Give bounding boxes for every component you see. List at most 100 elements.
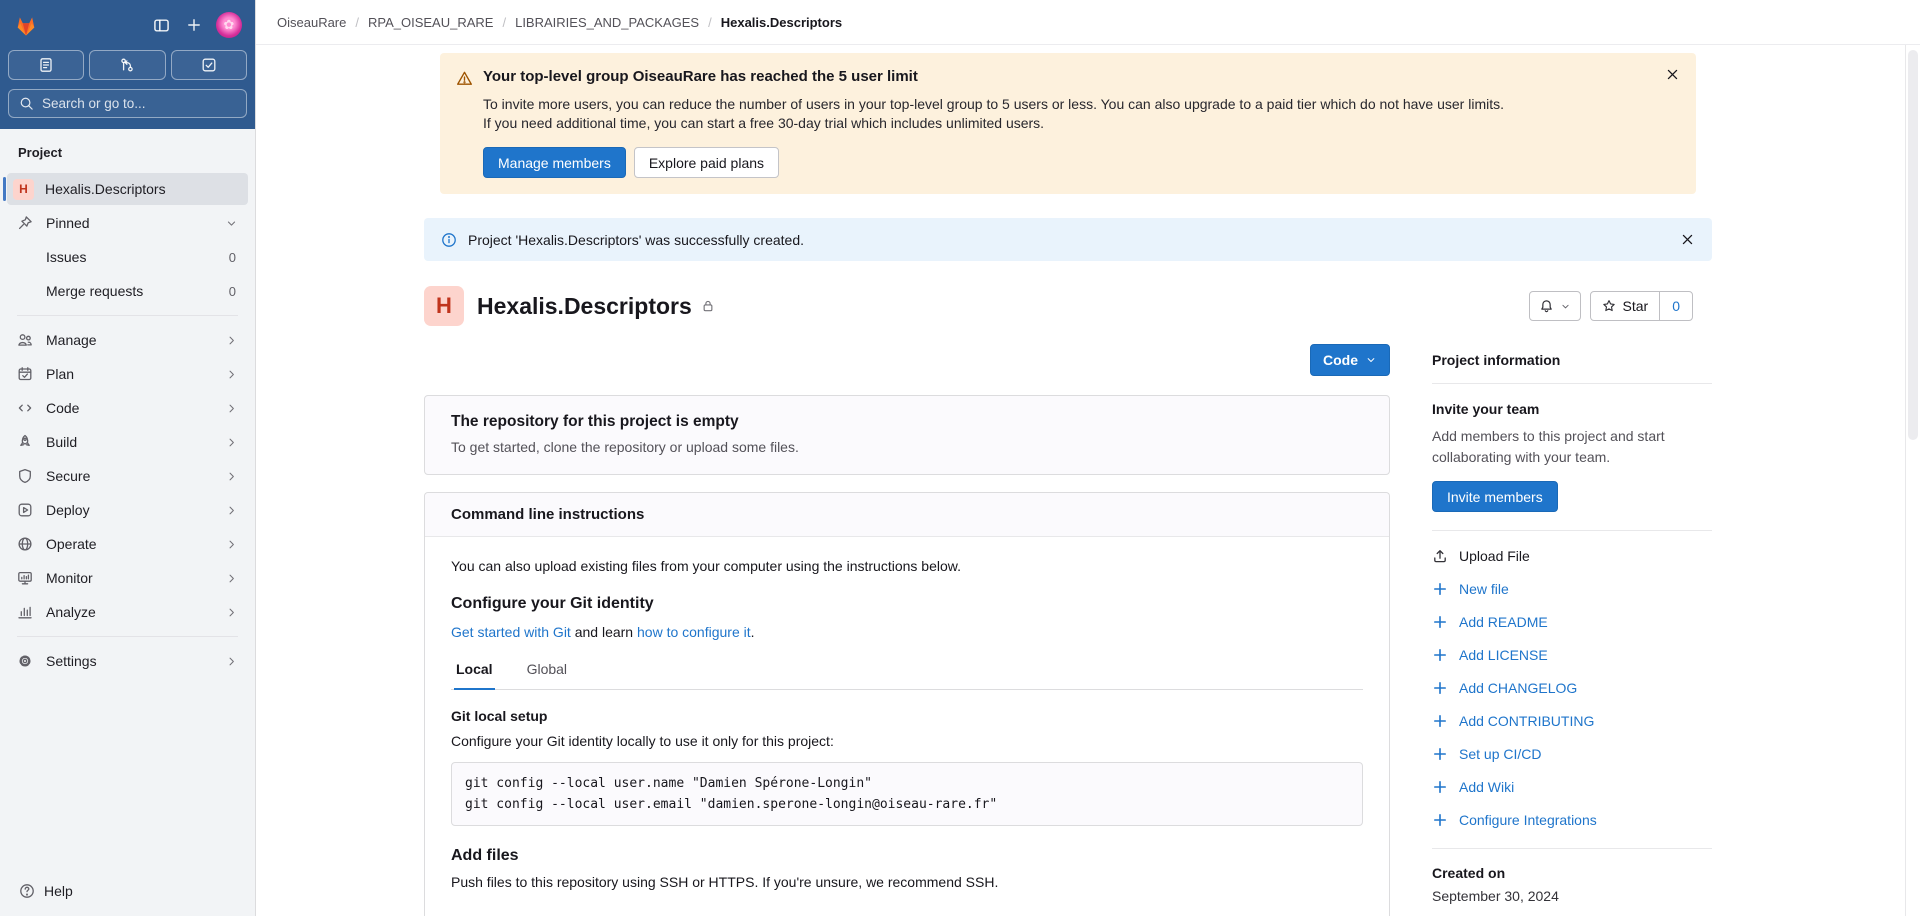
sidebar-item-pinned[interactable]: Pinned bbox=[7, 207, 248, 239]
sidebar-section-title: Project bbox=[18, 145, 63, 160]
sidebar-item-build[interactable]: Build bbox=[7, 426, 248, 458]
breadcrumb-separator: / bbox=[708, 14, 712, 30]
project-information-title: Project information bbox=[1432, 352, 1712, 384]
sidebar-item-settings[interactable]: Settings bbox=[7, 645, 248, 677]
invite-members-button[interactable]: Invite members bbox=[1432, 481, 1558, 512]
help-button[interactable]: Help bbox=[0, 871, 255, 916]
breadcrumb: OiseauRare / RPA_OISEAU_RARE / LIBRAIRIE… bbox=[256, 0, 1920, 45]
git-local-setup-description: Configure your Git identity locally to u… bbox=[451, 733, 834, 749]
plus-icon bbox=[1432, 680, 1448, 696]
page-title: Hexalis.Descriptors bbox=[477, 292, 692, 319]
merge-request-icon bbox=[121, 58, 134, 72]
todo-check-icon bbox=[202, 58, 216, 72]
chevron-right-icon bbox=[225, 470, 238, 483]
new-file-link[interactable]: New file bbox=[1432, 572, 1712, 605]
banner-line1: To invite more users, you can reduce the… bbox=[483, 96, 1505, 112]
invite-team-heading: Invite your team bbox=[1432, 401, 1540, 417]
chevron-down-icon bbox=[1560, 301, 1571, 312]
add-contributing-link[interactable]: Add CONTRIBUTING bbox=[1432, 704, 1712, 737]
close-icon bbox=[1666, 68, 1679, 81]
sidebar-divider bbox=[17, 315, 238, 316]
plus-icon bbox=[1432, 779, 1448, 795]
question-icon bbox=[20, 884, 34, 898]
project-header: H Hexalis.Descriptors Star 0 bbox=[424, 286, 1712, 326]
user-limit-banner: Your top-level group OiseauRare has reac… bbox=[440, 53, 1696, 194]
banner-line2: If you need additional time, you can sta… bbox=[483, 115, 1045, 131]
search-placeholder: Search or go to... bbox=[42, 96, 146, 111]
warning-icon bbox=[456, 68, 473, 178]
sidebar-item-secure[interactable]: Secure bbox=[7, 460, 248, 492]
merge-requests-shortcut-button[interactable] bbox=[89, 50, 166, 80]
breadcrumb-subgroup-link[interactable]: RPA_OISEAU_RARE bbox=[368, 15, 493, 30]
create-new-button[interactable] bbox=[184, 15, 204, 35]
upload-file-action[interactable]: Upload File bbox=[1432, 539, 1712, 572]
help-label: Help bbox=[44, 883, 73, 899]
more-actions-button[interactable] bbox=[1702, 304, 1712, 308]
configure-integrations-link[interactable]: Configure Integrations bbox=[1432, 803, 1712, 836]
explore-paid-plans-button[interactable]: Explore paid plans bbox=[633, 147, 780, 178]
chevron-right-icon bbox=[225, 538, 238, 551]
flash-close-button[interactable] bbox=[1677, 229, 1698, 250]
sidebar-item-project[interactable]: H Hexalis.Descriptors bbox=[3, 173, 248, 205]
sidebar-item-operate[interactable]: Operate bbox=[7, 528, 248, 560]
code-line: git config --local user.email "damien.sp… bbox=[465, 797, 998, 812]
git-local-setup-heading: Git local setup bbox=[451, 708, 548, 724]
sidebar-item-plan[interactable]: Plan bbox=[7, 358, 248, 390]
scrollbar-thumb[interactable] bbox=[1908, 50, 1918, 440]
super-sidebar: Search or go to... Project H Hexalis.Des… bbox=[0, 0, 256, 916]
sidebar-divider bbox=[17, 636, 238, 637]
how-to-configure-link[interactable]: how to configure it bbox=[637, 624, 751, 640]
breadcrumb-group-link[interactable]: OiseauRare bbox=[277, 15, 346, 30]
chevron-right-icon bbox=[225, 368, 238, 381]
sidebar-item-deploy[interactable]: Deploy bbox=[7, 494, 248, 526]
sidebar-item-issues[interactable]: Issues 0 bbox=[7, 241, 248, 273]
plus-icon bbox=[1432, 713, 1448, 729]
manage-members-button[interactable]: Manage members bbox=[483, 147, 626, 178]
set-up-cicd-link[interactable]: Set up CI/CD bbox=[1432, 737, 1712, 770]
bell-icon bbox=[1540, 299, 1552, 312]
banner-title: Your top-level group OiseauRare has reac… bbox=[483, 68, 918, 85]
breadcrumb-separator: / bbox=[355, 14, 359, 30]
card-title: Command line instructions bbox=[425, 493, 1389, 537]
tab-global[interactable]: Global bbox=[525, 661, 569, 689]
users-icon bbox=[18, 334, 32, 346]
project-avatar: H bbox=[424, 286, 464, 326]
code-dropdown-button[interactable]: Code bbox=[1310, 344, 1390, 376]
star-count[interactable]: 0 bbox=[1659, 292, 1692, 320]
scrollbar[interactable] bbox=[1905, 45, 1920, 916]
banner-close-button[interactable] bbox=[1662, 64, 1683, 85]
divider bbox=[1432, 530, 1712, 531]
cli-intro: You can also upload existing files from … bbox=[451, 558, 961, 574]
sidebar-item-manage[interactable]: Manage bbox=[7, 324, 248, 356]
add-license-link[interactable]: Add LICENSE bbox=[1432, 638, 1712, 671]
plus-icon bbox=[1432, 614, 1448, 630]
gitlab-logo-icon[interactable] bbox=[13, 12, 39, 38]
chevron-right-icon bbox=[225, 402, 238, 415]
user-avatar[interactable] bbox=[216, 12, 242, 38]
add-wiki-link[interactable]: Add Wiki bbox=[1432, 770, 1712, 803]
sidebar-item-label: Hexalis.Descriptors bbox=[45, 181, 166, 197]
sidebar-item-monitor[interactable]: Monitor bbox=[7, 562, 248, 594]
issues-shortcut-button[interactable] bbox=[8, 50, 85, 80]
search-input[interactable]: Search or go to... bbox=[8, 89, 247, 118]
chevron-right-icon bbox=[225, 655, 238, 668]
git-config-code-block: git config --local user.name "Damien Spé… bbox=[451, 762, 1363, 826]
add-changelog-link[interactable]: Add CHANGELOG bbox=[1432, 671, 1712, 704]
tab-local[interactable]: Local bbox=[454, 661, 495, 690]
todo-list-shortcut-button[interactable] bbox=[170, 50, 247, 80]
project-avatar: H bbox=[13, 178, 34, 200]
get-started-git-link[interactable]: Get started with Git bbox=[451, 624, 571, 640]
notifications-button[interactable] bbox=[1528, 291, 1581, 321]
sidebar-collapse-button[interactable] bbox=[151, 15, 172, 36]
breadcrumb-subgroup-link[interactable]: LIBRAIRIES_AND_PACKAGES bbox=[515, 15, 699, 30]
sidebar-item-code[interactable]: Code bbox=[7, 392, 248, 424]
plus-icon bbox=[1432, 581, 1448, 597]
invite-team-text: Add members to this project and start co… bbox=[1432, 428, 1665, 465]
star-button[interactable]: Star bbox=[1591, 298, 1660, 314]
info-icon bbox=[442, 232, 456, 247]
add-readme-link[interactable]: Add README bbox=[1432, 605, 1712, 638]
page-scroll-area: Your top-level group OiseauRare has reac… bbox=[256, 45, 1920, 916]
sidebar-item-analyze[interactable]: Analyze bbox=[7, 596, 248, 628]
command-line-instructions-card: Command line instructions You can also u… bbox=[424, 492, 1390, 916]
sidebar-item-merge-requests[interactable]: Merge requests 0 bbox=[7, 275, 248, 307]
